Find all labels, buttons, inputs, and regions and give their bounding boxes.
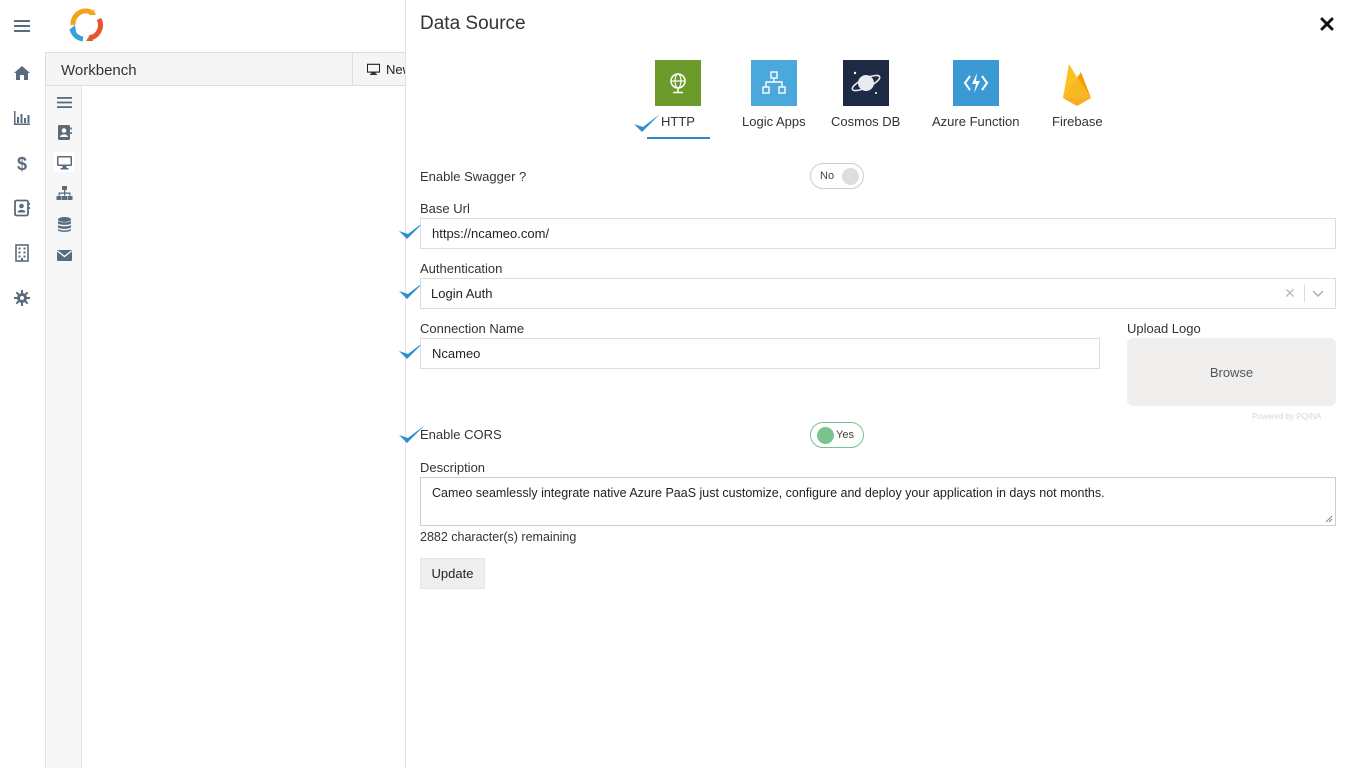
select-separator [1304,284,1305,302]
database-icon[interactable] [54,214,74,234]
home-icon[interactable] [11,62,33,84]
dollar-icon[interactable]: $ [11,152,33,174]
desktop-icon[interactable] [54,152,74,172]
connection-name-label: Connection Name [420,321,525,336]
app-nav-rail: $ [0,0,45,768]
swagger-toggle-state: No [820,170,835,182]
type-option-azure-function[interactable]: Azure Function [932,60,1019,129]
lightning-icon [952,60,999,106]
logic-apps-icon [750,60,797,106]
toggle-knob [842,168,859,185]
clear-selection-icon[interactable]: ✕ [1284,285,1296,302]
type-label-logic-apps: Logic Apps [742,114,806,129]
planet-icon [842,60,889,106]
upload-logo-label: Upload Logo [1127,321,1201,336]
base-url-input[interactable]: https://ncameo.com/ [420,218,1336,249]
characters-remaining: 2882 character(s) remaining [420,530,577,544]
workbench-sidebar [45,86,82,768]
authentication-value: Login Auth [431,286,493,301]
data-source-drawer: Data Source HTTP Logic Apps Cosmos DB Az… [399,0,1348,768]
type-label-firebase: Firebase [1052,114,1103,129]
contacts-icon[interactable] [11,197,33,219]
base-url-label: Base Url [420,201,470,216]
description-textarea[interactable]: Cameo seamlessly integrate native Azure … [420,477,1336,526]
drawer-title: Data Source [420,13,526,34]
type-option-logic-apps[interactable]: Logic Apps [742,60,806,129]
resize-handle-icon[interactable] [1325,515,1333,523]
type-option-firebase[interactable]: Firebase [1052,60,1103,129]
powered-by-text: Powered by PQINA [1252,412,1322,421]
type-option-cosmos-db[interactable]: Cosmos DB [831,60,900,129]
building-icon[interactable] [11,242,33,264]
workbench-header: Workbench New [45,52,412,86]
enable-swagger-toggle[interactable]: No [810,163,864,189]
globe-icon [655,60,701,106]
toggle-knob [817,427,834,444]
selected-check-icon [634,114,660,132]
menu-icon[interactable] [11,15,33,37]
browse-label: Browse [1209,364,1254,380]
connection-name-input[interactable]: Ncameo [420,338,1100,369]
enable-swagger-label: Enable Swagger ? [420,169,527,184]
authentication-select[interactable]: Login Auth [420,278,1336,309]
update-button[interactable]: Update [420,558,485,589]
bar-chart-icon[interactable] [11,107,33,129]
authentication-label: Authentication [420,261,503,276]
type-label-http: HTTP [661,114,695,129]
workbench-title: Workbench [61,62,137,79]
browse-upload-button[interactable]: Browse [1127,338,1336,406]
enable-cors-toggle[interactable]: Yes [810,422,864,448]
enable-cors-label: Enable CORS [420,427,502,442]
envelope-icon[interactable] [54,245,74,265]
firebase-flame-icon [1054,60,1100,106]
monitor-icon [367,63,380,75]
selected-type-underline [647,137,710,139]
svg-text:$: $ [17,154,27,172]
workbench-new-tab[interactable]: New [352,53,412,85]
type-label-cosmos-db: Cosmos DB [831,114,901,129]
gear-icon[interactable] [11,287,33,309]
list-icon[interactable] [54,92,74,112]
cors-toggle-state: Yes [836,429,854,441]
description-text: Cameo seamlessly integrate native Azure … [432,486,1105,500]
close-icon[interactable] [1319,16,1335,32]
sitemap-icon[interactable] [54,183,74,203]
type-label-azure-function: Azure Function [932,114,1020,129]
chevron-down-icon[interactable] [1312,287,1324,299]
description-label: Description [420,460,486,475]
address-book-icon[interactable] [54,122,74,142]
app-logo[interactable] [63,3,109,49]
